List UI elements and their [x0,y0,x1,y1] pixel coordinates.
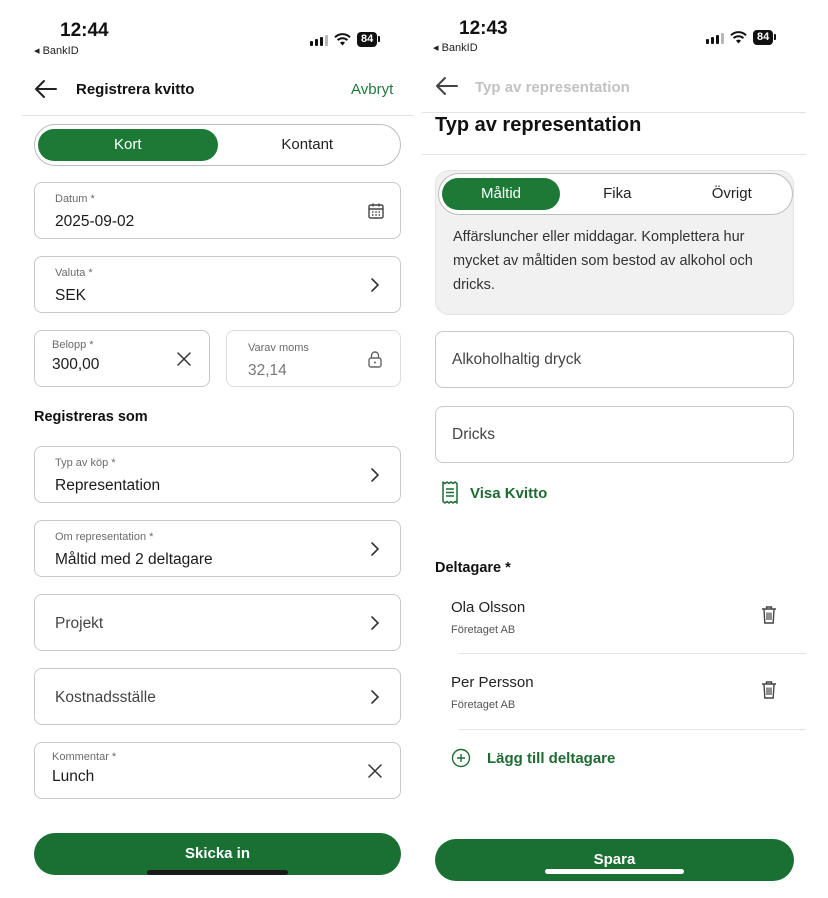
signal-icon [310,34,328,46]
header-divider [422,112,806,113]
signal-icon [706,32,724,44]
alcohol-placeholder: Alkoholhaltig dryck [452,351,582,368]
participants-title: Deltagare * [435,560,511,576]
header-title-collapsed: Typ av representation [475,79,630,96]
purchase-type-value: Representation [55,477,161,494]
representation-field[interactable]: Om representation * Måltid med 2 deltaga… [34,520,401,577]
heading-divider [422,154,806,155]
chevron-right-icon [371,690,380,704]
alcohol-field[interactable]: Alkoholhaltig dryck [435,331,794,388]
date-label: Datum * [55,193,95,205]
receipt-form-screen: 12:44 ◂ BankID 84 Registrera kvitto Avbr… [0,0,414,898]
purchase-type-label: Typ av köp * [55,457,116,469]
chevron-right-icon [371,616,380,630]
tips-placeholder: Dricks [452,426,496,443]
save-button[interactable]: Spara [435,839,794,881]
back-arrow-icon[interactable] [435,76,459,96]
back-to-app-link[interactable]: ◂ BankID [34,44,79,57]
receipt-icon [442,481,458,504]
participant-company: Företaget AB [451,699,516,711]
header-divider [22,115,414,116]
currency-label: Valuta * [55,267,93,279]
amount-value: 300,00 [52,356,100,373]
vat-label: Varav moms [248,342,309,354]
battery-indicator: 84 [753,30,777,45]
tab-kontant[interactable]: Kontant [218,129,398,161]
participant-divider [459,729,806,730]
trash-icon[interactable] [761,605,777,625]
date-field[interactable]: Datum * 2025-09-02 [34,182,401,239]
home-indicator [147,870,288,875]
back-arrow-icon[interactable] [34,79,58,99]
participant-divider [459,653,806,654]
status-time: 12:43 [459,18,508,39]
chevron-right-icon [371,278,380,292]
submit-button[interactable]: Skicka in [34,833,401,875]
cost-center-placeholder: Kostnadsställe [55,689,156,706]
page-title: Registrera kvitto [76,81,195,98]
clear-icon[interactable] [175,350,193,368]
payment-type-toggle: Kort Kontant [34,124,401,166]
tab-ovrigt[interactable]: Övrigt [675,178,790,210]
date-value: 2025-09-02 [55,213,135,230]
representation-description: Affärsluncher eller middagar. Kompletter… [453,229,753,293]
amount-label: Belopp * [52,339,94,351]
tab-fika[interactable]: Fika [560,178,675,210]
comment-value: Lunch [52,768,95,785]
wifi-icon [334,33,351,46]
clear-icon[interactable] [366,762,384,780]
status-icons: 84 [310,32,381,47]
participant-company: Företaget AB [451,624,516,636]
project-field[interactable]: Projekt [34,594,401,651]
battery-indicator: 84 [357,32,381,47]
representation-type-panel: Måltid Fika Övrigt Affärsluncher eller m… [435,170,794,315]
amount-field[interactable]: Belopp * 300,00 [34,330,210,387]
add-participant-label: Lägg till deltagare [487,749,616,767]
lock-icon [368,351,382,368]
cost-center-field[interactable]: Kostnadsställe [34,668,401,725]
chevron-right-icon [371,542,380,556]
participant-row: Per Persson Företaget AB [435,658,806,728]
back-to-app-link[interactable]: ◂ BankID [433,41,478,54]
section-title-registreras: Registreras som [34,409,148,425]
wifi-icon [730,31,747,44]
purchase-type-field[interactable]: Typ av köp * Representation [34,446,401,503]
tab-maltid[interactable]: Måltid [442,178,560,210]
calendar-icon[interactable] [367,202,385,220]
representation-value: Måltid med 2 deltagare [55,551,213,568]
vat-field: Varav moms 32,14 [226,330,401,387]
tips-field[interactable]: Dricks [435,406,794,463]
status-icons: 84 [706,30,777,45]
chevron-right-icon [371,468,380,482]
vat-value: 32,14 [248,362,287,379]
representation-type-screen: 12:43 ◂ BankID 84 Typ av representation … [414,0,828,898]
participant-row: Ola Olsson Företaget AB [435,583,806,653]
tab-kort[interactable]: Kort [38,129,218,161]
participant-name: Ola Olsson [451,599,526,616]
page-heading: Typ av representation [435,114,642,136]
show-receipt-link[interactable]: Visa Kvitto [441,481,547,505]
plus-circle-icon [451,748,471,768]
participant-name: Per Persson [451,674,534,691]
add-participant-button[interactable]: Lägg till deltagare [451,748,615,768]
status-time: 12:44 [60,20,109,41]
comment-label: Kommentar * [52,751,117,763]
cancel-button[interactable]: Avbryt [351,81,393,98]
show-receipt-label: Visa Kvitto [470,484,548,502]
comment-field[interactable]: Kommentar * Lunch [34,742,401,799]
representation-label: Om representation * [55,531,154,543]
representation-type-toggle: Måltid Fika Övrigt [438,173,793,215]
currency-field[interactable]: Valuta * SEK [34,256,401,313]
home-indicator [545,869,684,874]
trash-icon[interactable] [761,680,777,700]
project-placeholder: Projekt [55,615,104,632]
currency-value: SEK [55,287,87,304]
